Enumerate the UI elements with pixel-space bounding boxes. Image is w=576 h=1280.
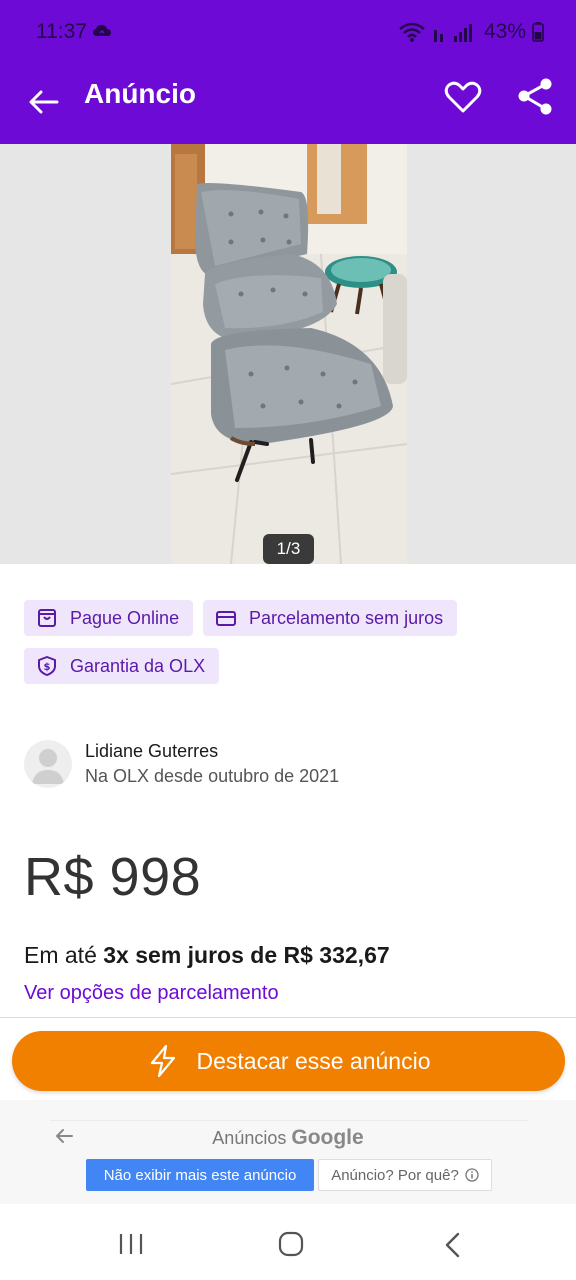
home-icon[interactable] bbox=[278, 1231, 304, 1257]
highlight-ad-button[interactable]: Destacar esse anúncio bbox=[12, 1031, 565, 1091]
cta-label: Destacar esse anúncio bbox=[196, 1047, 431, 1074]
divider bbox=[0, 1017, 576, 1018]
badge-pague-online[interactable]: Pague Online bbox=[24, 600, 194, 636]
status-indicators: 43% bbox=[398, 20, 544, 44]
back-arrow-icon bbox=[29, 90, 59, 114]
price: R$ 998 bbox=[24, 847, 202, 907]
share-icon bbox=[518, 78, 552, 115]
installments-info: Em até 3x sem juros de R$ 332,67 bbox=[24, 942, 390, 969]
ads-title-prefix: Anúncios bbox=[212, 1128, 292, 1148]
svg-text:$: $ bbox=[44, 662, 51, 673]
card-icon bbox=[216, 611, 236, 626]
share-button[interactable] bbox=[514, 76, 556, 118]
favorite-button[interactable] bbox=[442, 76, 484, 118]
ads-by-google-label: Anúncios Google bbox=[0, 1126, 576, 1150]
battery-icon bbox=[532, 22, 544, 42]
hide-ad-button[interactable]: Não exibir mais este anúncio bbox=[86, 1159, 314, 1191]
back-button[interactable] bbox=[24, 82, 64, 122]
installments-prefix: Em até bbox=[24, 942, 104, 968]
app-bar: Anúncio bbox=[0, 62, 576, 144]
heart-icon bbox=[444, 81, 482, 113]
lightning-icon bbox=[150, 1044, 175, 1078]
badge-label: Parcelamento sem juros bbox=[249, 607, 444, 628]
shield-icon: $ bbox=[38, 656, 56, 676]
info-icon bbox=[465, 1168, 479, 1182]
badge-label: Garantia da OLX bbox=[70, 655, 206, 676]
bag-icon bbox=[38, 609, 56, 627]
signal-icon bbox=[433, 24, 472, 42]
photo-counter: 1/3 bbox=[263, 534, 314, 564]
installment-options-link[interactable]: Ver opções de parcelamento bbox=[24, 982, 279, 1005]
image-gallery[interactable] bbox=[0, 144, 576, 564]
nav-back-icon[interactable] bbox=[444, 1232, 462, 1258]
installments-detail: 3x sem juros de R$ 332,67 bbox=[103, 942, 390, 968]
battery-percent: 43% bbox=[483, 20, 526, 43]
status-bar: 11:37 43% bbox=[0, 0, 576, 62]
google-brand: Google bbox=[291, 1126, 364, 1149]
badge-parcelamento[interactable]: Parcelamento sem juros bbox=[203, 600, 458, 636]
recent-apps-icon[interactable] bbox=[118, 1232, 144, 1256]
badge-label: Pague Online bbox=[70, 607, 180, 628]
chair-photo bbox=[171, 144, 407, 564]
avatar-placeholder-icon bbox=[32, 749, 64, 784]
cloud-icon bbox=[93, 25, 111, 36]
badge-garantia[interactable]: $ Garantia da OLX bbox=[24, 648, 220, 684]
seller-name[interactable]: Lidiane Guterres bbox=[85, 741, 218, 762]
page-title: Anúncio bbox=[84, 78, 196, 109]
wifi-icon bbox=[399, 22, 425, 42]
why-this-ad-button[interactable]: Anúncio? Por quê? bbox=[318, 1159, 492, 1191]
avatar[interactable] bbox=[24, 740, 72, 788]
why-ad-label: Anúncio? Por quê? bbox=[331, 1166, 459, 1184]
status-time: 11:37 bbox=[36, 20, 87, 43]
listing-photo[interactable] bbox=[171, 144, 407, 564]
seller-since: Na OLX desde outubro de 2021 bbox=[85, 766, 340, 786]
